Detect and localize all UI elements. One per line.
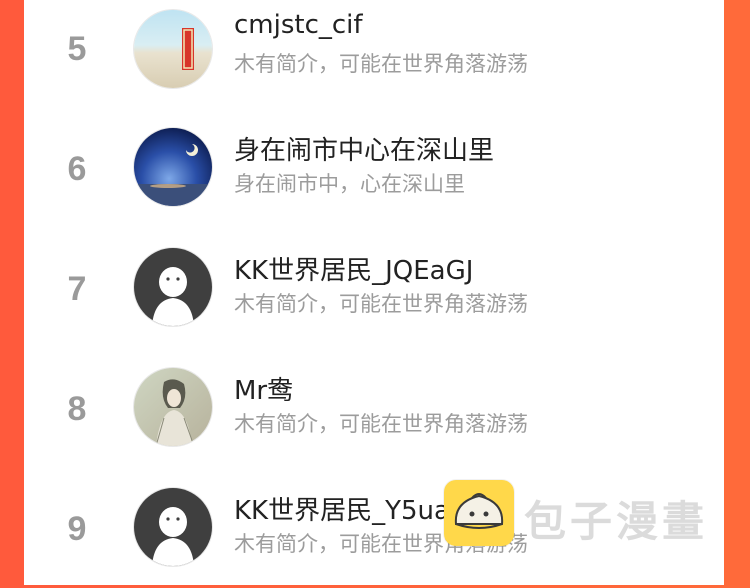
avatar[interactable]: [134, 368, 212, 446]
bun-logo-icon: [444, 480, 514, 546]
rank-number: 8: [67, 390, 87, 428]
watermark: 包子漫畫: [444, 480, 714, 550]
avatar[interactable]: [134, 488, 212, 566]
list-item[interactable]: 5 cmjstc_cif 木有简介，可能在世界角落游荡: [24, 0, 724, 108]
user-bio: 木有简介，可能在世界角落游荡: [234, 412, 528, 436]
avatar[interactable]: [134, 128, 212, 206]
rank-number: 7: [67, 270, 87, 308]
avatar[interactable]: [134, 10, 212, 88]
watermark-text: 包子漫畫: [524, 497, 709, 546]
list-item[interactable]: 8 Mr鸯 木有简介，可能在世界角落游荡: [24, 348, 724, 468]
list-item[interactable]: 6 身在闹市中心在深山里 身在闹市中，心在深山里: [24, 108, 724, 228]
night-sky-photo-icon: [134, 128, 212, 206]
user-name[interactable]: KK世界居民_JQEaGJ: [234, 250, 473, 287]
beach-photo-icon: [134, 10, 212, 88]
user-bio: 木有简介，可能在世界角落游荡: [234, 292, 528, 316]
rank-number: 5: [67, 30, 87, 68]
user-name[interactable]: cmjstc_cif: [234, 10, 363, 40]
user-bio: 身在闹市中，心在深山里: [234, 172, 465, 196]
illustration-photo-icon: [134, 368, 212, 446]
default-avatar-icon: [134, 488, 212, 566]
rank-number: 9: [67, 510, 87, 548]
avatar[interactable]: [134, 248, 212, 326]
user-name[interactable]: Mr鸯: [234, 370, 293, 407]
default-avatar-icon: [134, 248, 212, 326]
user-bio: 木有简介，可能在世界角落游荡: [234, 52, 528, 76]
rank-number: 6: [67, 150, 87, 188]
list-item[interactable]: 7 KK世界居民_JQEaGJ 木有简介，可能在世界角落游荡: [24, 228, 724, 348]
user-name[interactable]: 身在闹市中心在深山里: [234, 130, 494, 167]
